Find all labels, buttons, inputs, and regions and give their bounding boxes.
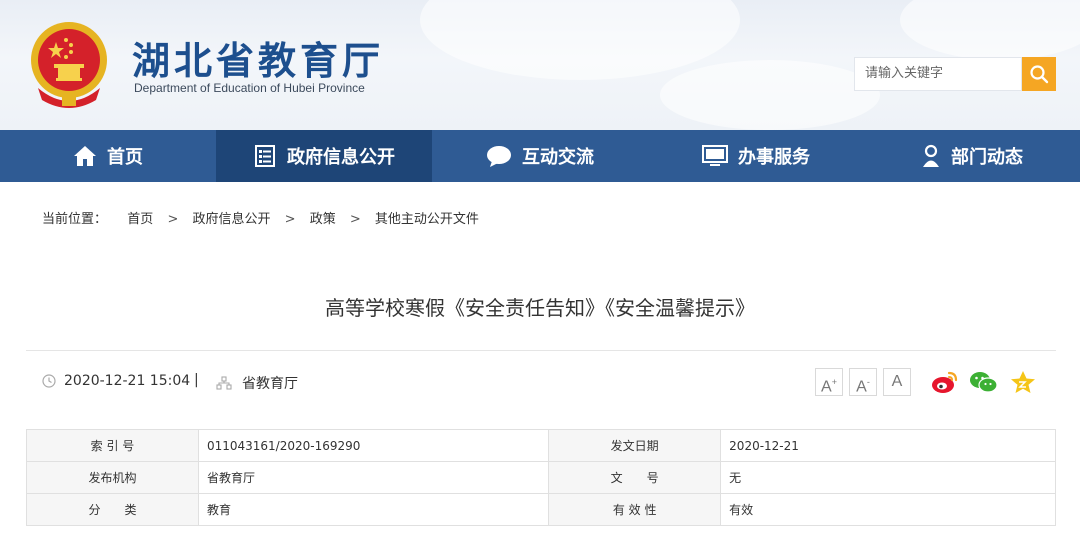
publish-date: 2020-12-21 15:04 [42, 373, 190, 389]
category-label: 分 类 [26, 493, 199, 526]
nav-item-news[interactable]: 部门动态 [864, 130, 1080, 182]
font-increase-button[interactable]: A+ [815, 368, 843, 396]
chat-bubble-icon [487, 146, 511, 167]
table-row: 索 引 号 011043161/2020-169290 发文日期 2020-12… [26, 429, 1056, 462]
font-increase-mark: + [831, 377, 837, 387]
nav-item-interaction[interactable]: 互动交流 [432, 130, 648, 182]
site-header: 湖北省教育厅 Department of Education of Hubei … [0, 0, 1080, 130]
publish-source: 省教育厅 [216, 373, 298, 393]
share-weibo-button[interactable] [930, 368, 960, 396]
table-row: 分 类 教育 有 效 性 有效 [26, 493, 1056, 526]
nav-item-label: 办事服务 [738, 147, 810, 168]
wechat-icon [970, 372, 998, 393]
breadcrumb: 当前位置： 首页 > 政府信息公开 > 政策 > 其他主动公开文件 [42, 208, 479, 227]
favorite-star-icon [1011, 371, 1035, 393]
publisher-value: 省教育厅 [197, 461, 550, 494]
article-meta-bar: 2020-12-21 15:04 | 省教育厅 A+ A- A [26, 350, 1056, 412]
font-decrease-button[interactable]: A- [849, 368, 877, 396]
header-cloud-decoration [660, 60, 880, 130]
breadcrumb-prefix: 当前位置： [42, 212, 108, 227]
clock-icon [42, 374, 56, 388]
document-info-table: 索 引 号 011043161/2020-169290 发文日期 2020-12… [26, 429, 1056, 526]
table-row: 发布机构 省教育厅 文 号 无 [26, 461, 1056, 494]
validity-value: 有效 [720, 493, 1056, 526]
favorite-button[interactable] [1008, 368, 1038, 396]
font-decrease-mark: - [866, 377, 870, 387]
document-number-value: 无 [720, 461, 1056, 494]
breadcrumb-link-other-files[interactable]: 其他主动公开文件 [375, 212, 479, 227]
source-name: 省教育厅 [242, 376, 298, 392]
organization-icon [216, 376, 232, 390]
breadcrumb-separator: > [167, 212, 179, 227]
category-value: 教育 [197, 493, 550, 526]
nav-item-label: 部门动态 [951, 147, 1023, 168]
search-input[interactable]: 请输入关键字 [854, 57, 1022, 91]
header-cloud-decoration [420, 0, 740, 80]
article-title: 高等学校寒假《安全责任告知》《安全温馨提示》 [325, 296, 755, 320]
document-number-label: 文 号 [548, 461, 722, 494]
validity-label: 有 效 性 [548, 493, 722, 526]
breadcrumb-link-gov-info[interactable]: 政府信息公开 [193, 212, 271, 227]
document-list-icon [255, 145, 275, 167]
issue-date-label: 发文日期 [548, 429, 722, 462]
nav-item-services[interactable]: 办事服务 [648, 130, 864, 182]
breadcrumb-link-home[interactable]: 首页 [127, 212, 153, 227]
share-wechat-button[interactable] [969, 368, 999, 396]
main-nav: 首页 政府信息公开 互动交流 办事服务 部门动态 [0, 130, 1080, 182]
nav-item-gov-info[interactable]: 政府信息公开 [216, 130, 432, 182]
nav-item-label: 政府信息公开 [287, 147, 395, 168]
index-number-label: 索 引 号 [26, 429, 199, 462]
national-emblem-icon [31, 22, 107, 108]
site-subtitle: Department of Education of Hubei Provinc… [134, 81, 365, 95]
nav-item-home[interactable]: 首页 [0, 130, 216, 182]
breadcrumb-separator: > [349, 212, 361, 227]
weibo-icon [932, 371, 958, 393]
nav-item-label: 互动交流 [522, 147, 594, 168]
publisher-label: 发布机构 [26, 461, 199, 494]
site-title: 湖北省教育厅 [132, 38, 385, 83]
font-increase-label: A [821, 378, 832, 396]
font-reset-button[interactable]: A [883, 368, 911, 396]
meta-divider: | [194, 372, 199, 388]
monitor-icon [702, 145, 728, 166]
search-icon [1030, 65, 1049, 84]
breadcrumb-separator: > [284, 212, 296, 227]
font-reset-label: A [891, 373, 903, 390]
person-icon [923, 144, 939, 167]
search-button[interactable] [1022, 57, 1056, 91]
issue-date-value: 2020-12-21 [720, 429, 1056, 462]
publish-datetime: 2020-12-21 15:04 [64, 373, 191, 389]
index-number-value: 011043161/2020-169290 [197, 429, 550, 462]
breadcrumb-link-policy[interactable]: 政策 [310, 212, 336, 227]
nav-item-label: 首页 [107, 147, 143, 168]
header-cloud-decoration [900, 0, 1080, 60]
home-icon [74, 146, 96, 166]
font-decrease-label: A [856, 378, 867, 396]
